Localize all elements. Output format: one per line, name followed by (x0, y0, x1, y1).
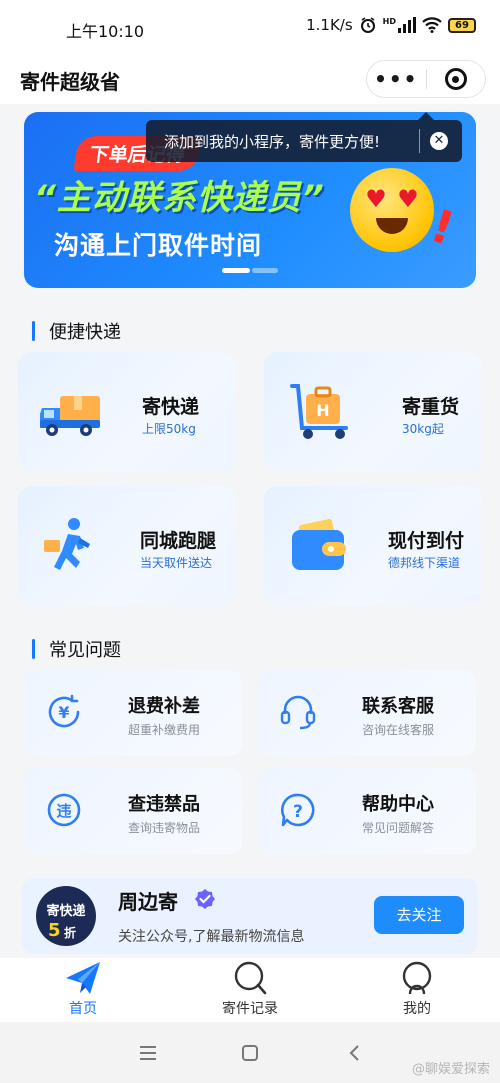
follow-official-account-card: 寄快递 5 折 周边寄 关注公众号,了解最新物流信息 去关注 (22, 878, 478, 954)
running-courier-icon (44, 518, 90, 570)
delivery-truck-icon (40, 396, 100, 436)
title-bar: 寄件超级省 ••• (0, 56, 500, 104)
service-title: 寄快递 (142, 396, 200, 418)
system-navigation-bar: @聊娱爱探索 (0, 1022, 500, 1083)
svg-text:¥: ¥ (58, 703, 69, 722)
banner-dot (252, 268, 278, 273)
menu-icon[interactable] (137, 1042, 159, 1064)
prohibited-icon-label: 违 (56, 802, 71, 820)
faq-title: 退费补差 (128, 696, 200, 717)
yen-refund-icon: ¥ (48, 694, 80, 728)
page-title: 寄件超级省 (20, 70, 120, 94)
service-title: 现付到付 (388, 530, 465, 552)
faq-card-help-center[interactable]: ? 帮助中心 常见问题解答 (258, 768, 476, 854)
tab-label: 首页 (69, 1001, 97, 1017)
banner-subline: 沟通上门取件时间 (54, 231, 263, 260)
add-mini-program-tooltip: 添加到我的小程序，寄件更方便! ✕ (146, 112, 462, 162)
battery-indicator: 69 (448, 17, 476, 33)
service-card-same-city-errand[interactable]: 同城跑腿 当天取件送达 (18, 486, 236, 606)
service-card-send-express[interactable]: 寄快递 上限50kg (18, 352, 236, 472)
verified-badge-icon (195, 889, 215, 909)
faq-subtitle: 查询违寄物品 (128, 821, 201, 835)
service-subtitle: 上限50kg (142, 422, 196, 436)
service-subtitle: 30kg起 (402, 422, 444, 436)
promo-badge: 寄快递 5 折 (36, 886, 96, 946)
target-icon (444, 68, 467, 90)
faq-card-prohibited-items[interactable]: 违 查违禁品 查询违寄物品 (24, 768, 242, 854)
luggage-cart-icon: H (290, 384, 348, 439)
section-header-faq: 常见问题 (32, 636, 121, 662)
faq-card-refund[interactable]: ¥ 退费补差 超重补缴费用 (24, 670, 242, 756)
section-title: 常见问题 (49, 640, 121, 661)
help-question-icon: ? (280, 793, 315, 827)
badge-unit: 折 (64, 926, 77, 940)
service-subtitle: 德邦线下渠道 (388, 556, 461, 570)
banner-dot-active (222, 268, 250, 273)
search-record-icon (234, 961, 267, 995)
faq-subtitle: 超重补缴费用 (128, 723, 201, 737)
close-mini-program-button[interactable] (427, 68, 486, 90)
account-name: 周边寄 (118, 890, 178, 914)
badge-number: 5 (48, 920, 61, 941)
section-accent-bar (32, 639, 35, 659)
tab-label: 寄件记录 (222, 1001, 278, 1017)
badge-title: 寄快递 (46, 904, 86, 919)
service-title: 寄重货 (402, 396, 460, 418)
section-title: 便捷快递 (49, 322, 121, 343)
wallet-icon (292, 519, 346, 570)
watermark: @聊娱爱探索 (411, 1062, 490, 1077)
service-subtitle: 当天取件送达 (140, 556, 213, 570)
status-indicators: 1.1K/s HD 69 (306, 16, 476, 34)
svg-text:H: H (316, 401, 329, 420)
prohibited-icon: 违 (47, 793, 81, 827)
faq-title: 联系客服 (362, 696, 434, 717)
banner-pagination (222, 268, 278, 273)
bottom-tab-bar: 首页 寄件记录 我的 (0, 958, 500, 1022)
follow-button[interactable]: 去关注 (374, 896, 464, 934)
tab-label: 我的 (403, 1001, 431, 1017)
more-options-button[interactable]: ••• (367, 67, 426, 91)
cellular-signal-icon (398, 17, 416, 33)
status-bar: 上午10:10 1.1K/s HD 69 (0, 0, 500, 56)
wifi-icon (422, 17, 442, 33)
faq-subtitle: 咨询在线客服 (362, 723, 435, 737)
back-icon[interactable] (344, 1042, 366, 1064)
banner-headline: “主动联系快递员” (34, 178, 325, 218)
hd-label: HD (382, 16, 396, 26)
service-title: 同城跑腿 (140, 530, 217, 552)
faq-subtitle: 常见问题解答 (362, 821, 435, 835)
home-square-icon[interactable] (239, 1042, 261, 1064)
section-accent-bar (32, 321, 35, 341)
tooltip-text: 添加到我的小程序，寄件更方便! (164, 132, 381, 151)
tab-home[interactable]: 首页 (0, 958, 166, 1022)
service-card-pay-on-delivery[interactable]: 现付到付 德邦线下渠道 (264, 486, 482, 606)
service-card-heavy-cargo[interactable]: H 寄重货 30kg起 (264, 352, 482, 472)
tab-records[interactable]: 寄件记录 (167, 958, 333, 1022)
headset-icon (280, 695, 316, 730)
faq-title: 帮助中心 (362, 794, 434, 815)
section-header-quick-delivery: 便捷快递 (32, 318, 121, 344)
user-profile-icon (402, 961, 432, 995)
close-icon[interactable]: ✕ (430, 132, 448, 150)
alarm-icon (360, 17, 375, 33)
faq-card-customer-service[interactable]: 联系客服 咨询在线客服 (258, 670, 476, 756)
mini-program-capsule: ••• (366, 60, 486, 98)
tab-profile[interactable]: 我的 (334, 958, 500, 1022)
svg-text:?: ? (293, 802, 303, 822)
status-time: 上午10:10 (66, 22, 145, 41)
tooltip-divider (419, 129, 420, 153)
paper-plane-icon (66, 962, 100, 994)
network-speed: 1.1K/s (306, 16, 353, 34)
heart-eyes-emoji-icon: ♥ ♥ (350, 168, 434, 252)
account-description: 关注公众号,了解最新物流信息 (118, 929, 305, 945)
faq-title: 查违禁品 (128, 794, 200, 815)
